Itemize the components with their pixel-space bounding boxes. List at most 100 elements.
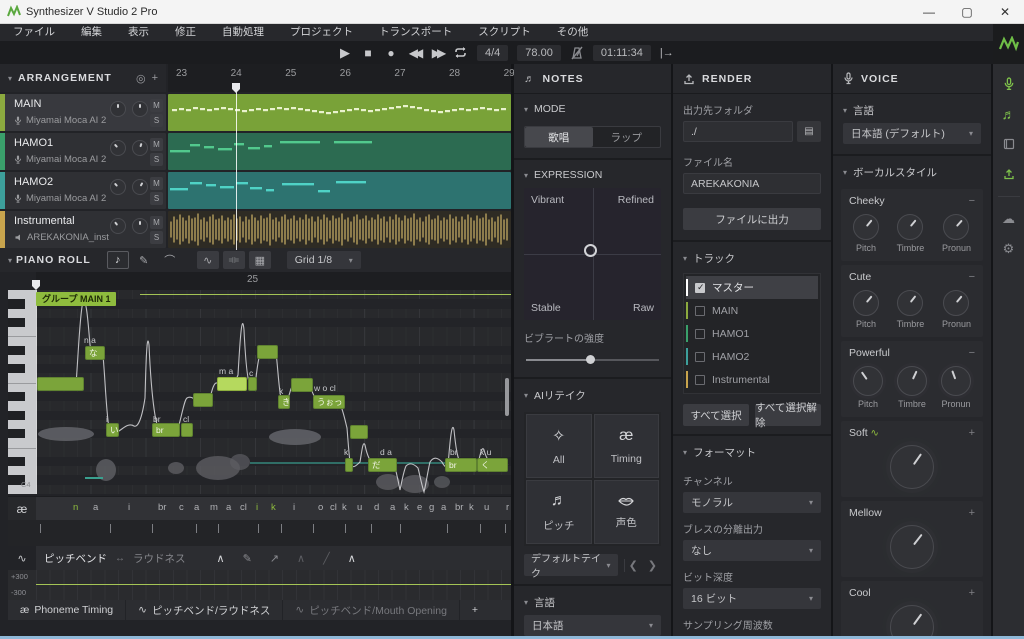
- pencil-tool-icon[interactable]: ✎: [133, 251, 155, 269]
- tempo-value[interactable]: 78.00: [517, 45, 561, 61]
- select-all-button[interactable]: すべて選択: [683, 404, 749, 426]
- menu-item-0[interactable]: ファイル: [0, 24, 68, 41]
- piano-black-key[interactable]: [8, 411, 25, 420]
- add-parameter-tab-button[interactable]: +: [460, 600, 490, 620]
- group-label[interactable]: グループ MAIN 1: [36, 292, 116, 306]
- soft-style-knob[interactable]: [890, 445, 934, 489]
- timing-tick[interactable]: [40, 524, 41, 533]
- loop-button[interactable]: [453, 45, 468, 61]
- phoneme-item[interactable]: k: [271, 502, 276, 513]
- format-section-header[interactable]: ▾フォーマット: [673, 436, 831, 465]
- format-field-select-1[interactable]: なし▾: [683, 540, 821, 561]
- piano-black-key[interactable]: [8, 318, 25, 327]
- piano-note[interactable]: [345, 458, 353, 472]
- mellow-style-knob[interactable]: [890, 525, 934, 569]
- voice-language-select[interactable]: 日本語 (デフォルト)▾: [843, 123, 981, 144]
- track-pan-knob[interactable]: [132, 218, 148, 234]
- close-button[interactable]: ✕: [986, 0, 1024, 24]
- menu-item-1[interactable]: 編集: [68, 24, 115, 41]
- piano-black-key[interactable]: [8, 346, 25, 355]
- language-section-header[interactable]: ▾言語: [514, 586, 671, 615]
- collapse-style-button[interactable]: −: [969, 347, 975, 359]
- swap-params-icon[interactable]: ↔: [115, 553, 125, 564]
- timbre-knob[interactable]: [897, 214, 923, 240]
- grid-select[interactable]: Grid 1/8▾: [287, 251, 361, 269]
- pencil-draw-icon[interactable]: ✎: [234, 552, 261, 565]
- track-clip-main[interactable]: [168, 94, 511, 131]
- piano-note[interactable]: [37, 377, 84, 391]
- arrangement-track-main[interactable]: MAINMiyamai Moca AI 2MS: [0, 94, 166, 131]
- render-track-checkbox[interactable]: [695, 283, 705, 293]
- piano-black-key[interactable]: [8, 299, 25, 308]
- go-to-end-icon[interactable]: |→: [660, 45, 674, 61]
- phoneme-item[interactable]: cl: [330, 502, 337, 513]
- waveform-toggle-icon[interactable]: ⟚: [223, 251, 245, 269]
- piano-note[interactable]: うぉっ: [313, 395, 345, 409]
- ai-retake-timbre-button[interactable]: 声色: [594, 480, 660, 544]
- phoneme-item[interactable]: k: [404, 502, 409, 513]
- phoneme-item[interactable]: br: [455, 502, 463, 513]
- arrangement-settings-icon[interactable]: ◎: [136, 72, 146, 85]
- mute-button[interactable]: M: [150, 138, 163, 151]
- track-volume-knob[interactable]: [110, 140, 126, 156]
- arrangement-track-hamo1[interactable]: HAMO1Miyamai Moca AI 2MS: [0, 133, 166, 170]
- menu-item-6[interactable]: トランスポート: [366, 24, 465, 41]
- track-pan-knob[interactable]: [132, 140, 148, 156]
- collapse-style-button[interactable]: −: [969, 271, 975, 283]
- track-pan-knob[interactable]: [132, 101, 148, 117]
- timing-tick[interactable]: [196, 524, 197, 533]
- piano-note[interactable]: br: [152, 423, 180, 437]
- piano-note[interactable]: br: [445, 458, 477, 472]
- render-track-checkbox[interactable]: [695, 375, 705, 385]
- render-track-checkbox[interactable]: [695, 329, 705, 339]
- ai-retake-pitch-button[interactable]: ♬ピッチ: [526, 480, 592, 544]
- track-volume-knob[interactable]: [110, 179, 126, 195]
- piano-black-key[interactable]: [8, 392, 25, 401]
- track-volume-knob[interactable]: [110, 218, 126, 234]
- note-grid[interactable]: [36, 290, 511, 494]
- piano-note[interactable]: [193, 393, 213, 407]
- render-track-row-MAIN[interactable]: MAIN: [686, 299, 818, 322]
- bottom-tab-1[interactable]: ∿ピッチベンド/ラウドネス: [126, 600, 283, 620]
- render-track-row-HAMO1[interactable]: HAMO1: [686, 322, 818, 345]
- arrangement-track-hamo2[interactable]: HAMO2Miyamai Moca AI 2MS: [0, 172, 166, 209]
- timing-tick[interactable]: [281, 524, 282, 533]
- piano-note[interactable]: [181, 423, 193, 437]
- piano-roll-canvas[interactable]: C4 グループ MAIN 1 ないbrきうぉっだbrくn aibrclm ack…: [8, 290, 511, 494]
- phoneme-strip[interactable]: æ naibrcamaclikioclkudakegabrkur: [8, 496, 511, 520]
- track-clip-hamo1[interactable]: [168, 133, 511, 170]
- timbre-knob[interactable]: [897, 290, 923, 316]
- timing-tick[interactable]: [447, 524, 448, 533]
- piano-note[interactable]: [350, 425, 368, 439]
- stop-button[interactable]: ■: [361, 45, 375, 61]
- curve-draw-icon[interactable]: ∧: [208, 552, 234, 565]
- mode-option-sing[interactable]: 歌唱: [525, 127, 593, 147]
- phoneme-item[interactable]: u: [484, 502, 489, 513]
- collapse-icon[interactable]: ▾: [8, 256, 12, 265]
- track-volume-knob[interactable]: [110, 101, 126, 117]
- menu-item-7[interactable]: スクリプト: [465, 24, 544, 41]
- cool-style-knob[interactable]: [890, 605, 934, 639]
- mic-icon[interactable]: [997, 72, 1021, 96]
- arrangement-track-instrumental[interactable]: InstrumentalAREKAKONIA_instMS: [0, 211, 166, 248]
- phoneme-item[interactable]: a: [226, 502, 231, 513]
- piano-black-key[interactable]: [8, 429, 25, 438]
- bottom-tab-2[interactable]: ∿ピッチベンド/Mouth Opening: [283, 600, 460, 620]
- solo-button[interactable]: S: [150, 114, 163, 127]
- track-pan-knob[interactable]: [132, 179, 148, 195]
- timing-tick[interactable]: [505, 524, 506, 533]
- phoneme-item[interactable]: a: [390, 502, 395, 513]
- render-track-row-マスター[interactable]: マスター: [686, 276, 818, 299]
- piano-roll-playhead-marker[interactable]: [32, 280, 40, 290]
- expand-style-button[interactable]: +: [969, 587, 975, 599]
- take-select[interactable]: デフォルトテイク▾: [524, 554, 618, 576]
- timing-tick[interactable]: [152, 524, 153, 533]
- piano-note[interactable]: [248, 377, 257, 391]
- phoneme-item[interactable]: a: [93, 502, 98, 513]
- slope-icon[interactable]: ╱: [314, 552, 339, 565]
- render-track-row-HAMO2[interactable]: HAMO2: [686, 345, 818, 368]
- piano-view-toggle-icon[interactable]: ▦: [249, 251, 271, 269]
- piano-roll-ruler[interactable]: 25: [36, 272, 511, 290]
- phoneme-item[interactable]: cl: [240, 502, 247, 513]
- timbre-knob[interactable]: [897, 366, 927, 396]
